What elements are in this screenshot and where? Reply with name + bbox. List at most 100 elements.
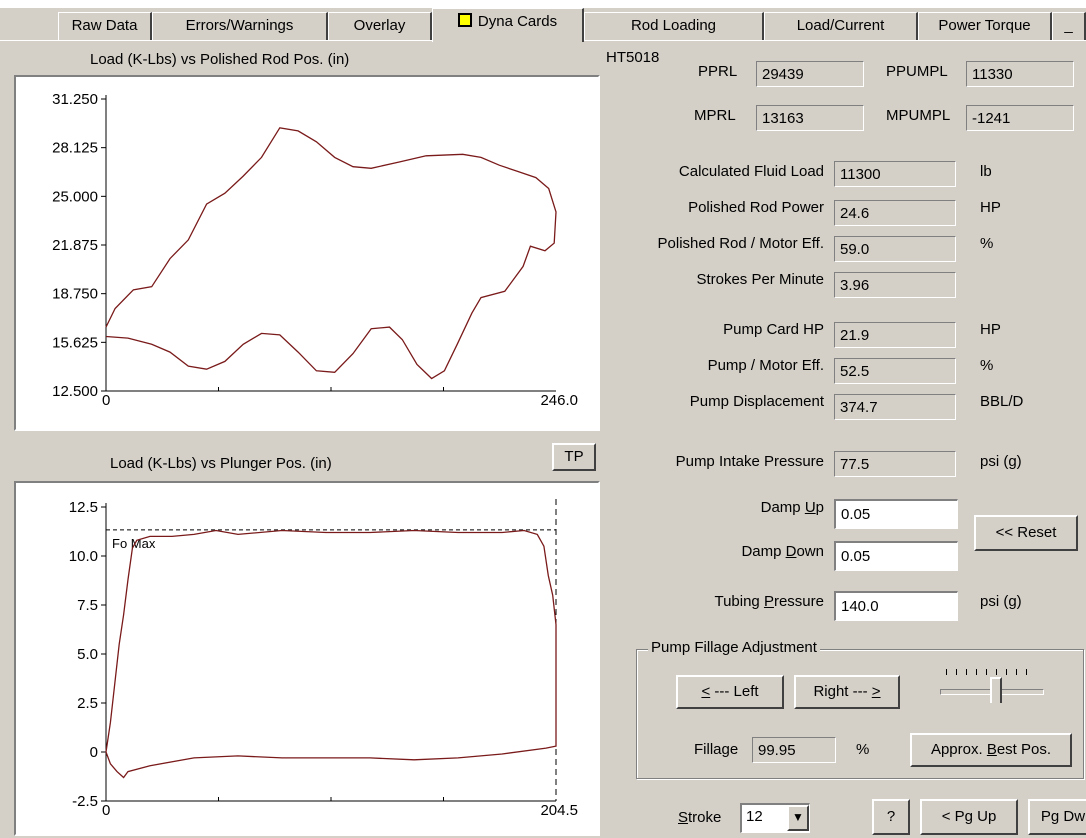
metric-unit: lb [980, 163, 992, 180]
metric-label: Polished Rod Power [688, 199, 824, 216]
metric-value: 52.5 [834, 358, 956, 384]
metric-value: 24.6 [834, 200, 956, 226]
metric-value: 11300 [834, 161, 956, 187]
metric-value: 374.7 [834, 394, 956, 420]
mpumpl-value: -1241 [966, 105, 1074, 131]
card-trace [105, 127, 557, 380]
metric-label: Strokes Per Minute [696, 271, 824, 288]
y-tick-label: 25.000 [52, 188, 98, 205]
mpumpl-label: MPUMPL [886, 107, 951, 124]
tab-overlay[interactable]: Overlay [328, 12, 432, 40]
stroke-select-value: 12 [746, 808, 763, 825]
metric-unit: % [980, 357, 994, 374]
tab-label: Power Torque [938, 17, 1031, 34]
tp-button[interactable]: TP [552, 443, 596, 471]
plunger-card-svg: 12.510.07.55.02.50-2.50 204.5Fo Max [69, 499, 578, 819]
tab-bar: Raw Data Errors/Warnings Overlay Dyna Ca… [0, 8, 1086, 42]
tab-power-torque[interactable]: Power Torque [918, 12, 1052, 40]
ppumpl-label: PPUMPL [886, 63, 948, 80]
mprl-value: 13163 [756, 105, 864, 131]
y-tick-label: 2.5 [77, 695, 98, 712]
tab-label: Errors/Warnings [185, 17, 294, 34]
damp-up-label: Damp Up [760, 499, 824, 516]
chart2-title: Load (K-Lbs) vs Plunger Pos. (in) [110, 455, 332, 472]
y-tick-label: 18.750 [52, 286, 98, 303]
y-tick-label: 12.500 [52, 383, 98, 400]
tab-raw-data[interactable]: Raw Data [58, 12, 152, 40]
help-button[interactable]: ? [872, 799, 910, 835]
x-tick-label: 0 [102, 392, 110, 409]
chevron-down-icon[interactable]: ▼ [787, 805, 809, 831]
metric-value: 59.0 [834, 236, 956, 262]
tab-label: Dyna Cards [477, 13, 558, 30]
tab-errors-warnings[interactable]: Errors/Warnings [152, 12, 328, 40]
reset-button[interactable]: << Reset [974, 515, 1078, 551]
metric-label: Pump Displacement [689, 393, 824, 410]
chart1-title: Load (K-Lbs) vs Polished Rod Pos. (in) [90, 51, 350, 68]
fillage-value: 99.95 [752, 737, 836, 763]
plunger-card-chart: 12.5 10.0 7.5 5.0 2.5 0 -2.5 0 204.5 Fo Max [14, 481, 600, 836]
tab-label: Rod Loading [630, 17, 717, 34]
tab-scroll-icon: _ [1064, 17, 1073, 34]
fillage-label: Fillage [694, 741, 739, 758]
y-tick-label: 12.5 [69, 499, 98, 516]
metric-unit: HP [980, 321, 1001, 338]
tab-label: Raw Data [71, 17, 138, 34]
y-tick-label: 28.125 [52, 140, 98, 157]
x-tick-label: 204.5 [540, 802, 578, 819]
metric-label: Calculated Fluid Load [678, 163, 824, 180]
slider-thumb[interactable] [989, 677, 1002, 703]
tab-marker-icon [457, 13, 472, 27]
y-tick-label: 5.0 [77, 646, 98, 663]
dyna-cards-panel: Load (K-Lbs) vs Polished Rod Pos. (in) 3… [0, 40, 1086, 838]
damp-down-input[interactable]: 0.05 [834, 541, 958, 571]
tubing-pressure-input[interactable]: 140.0 [834, 591, 958, 621]
y-tick-label: 21.875 [52, 237, 98, 254]
fillage-right-button[interactable]: Right --- > [794, 675, 900, 709]
tab-load-current[interactable]: Load/Current [764, 12, 918, 40]
polished-rod-card-chart: 31.250 28.125 25.000 21.875 18.750 15.625 12.5… [14, 75, 600, 431]
page-down-button[interactable]: Pg Dw [1028, 799, 1086, 835]
y-tick-label: 31.250 [52, 91, 98, 108]
ppumpl-value: 11330 [966, 61, 1074, 87]
metric-value: 3.96 [834, 272, 956, 298]
stroke-select[interactable]: 12 ▼ [740, 803, 810, 833]
stroke-label: Stroke [678, 809, 722, 826]
metric-label: Pump Card HP [723, 321, 824, 338]
pump-fillage-title: Pump Fillage Adjustment [648, 639, 820, 656]
metric-label: Pump / Motor Eff. [707, 357, 824, 374]
tab-label: Overlay [353, 17, 406, 34]
metric-label: Polished Rod / Motor Eff. [657, 235, 824, 252]
tab-label: Load/Current [796, 17, 885, 34]
metric-unit: BBL/D [980, 393, 1024, 410]
y-tick-label: 0 [90, 744, 98, 761]
x-tick-label: 0 [102, 802, 110, 819]
mprl-label: MPRL [694, 107, 736, 124]
tab-scroll-arrow[interactable]: _ [1052, 12, 1086, 40]
fillage-slider[interactable] [936, 665, 1046, 709]
pprl-value: 29439 [756, 61, 864, 87]
metric-value: 77.5 [834, 451, 956, 477]
polished-rod-card-svg: 31.250 28.125 25.000 21.875 18.750 15.625 12.5… [52, 91, 578, 409]
y-tick-label: 15.625 [52, 334, 98, 351]
fillage-unit: % [856, 741, 870, 758]
fillage-left-button[interactable]: < --- Left [676, 675, 784, 709]
metric-unit: psi (g) [980, 453, 1022, 470]
x-tick-label: 246.0 [540, 392, 578, 409]
metric-unit: HP [980, 199, 1001, 216]
fo-max-label: Fo Max [112, 536, 156, 551]
pprl-label: PPRL [698, 63, 738, 80]
y-tick-label: 10.0 [69, 548, 98, 565]
approx-best-pos-button[interactable]: Approx. Best Pos. [910, 733, 1072, 767]
damp-up-input[interactable]: 0.05 [834, 499, 958, 529]
metric-unit: % [980, 235, 994, 252]
well-id: HT5018 [606, 49, 660, 66]
metric-value: 21.9 [834, 322, 956, 348]
slider-ticks [946, 669, 1036, 675]
tab-dyna-cards[interactable]: Dyna Cards [432, 8, 584, 42]
page-up-button[interactable]: < Pg Up [920, 799, 1018, 835]
tubing-pressure-label: Tubing Pressure [714, 593, 824, 610]
y-tick-label: 7.5 [77, 597, 98, 614]
tab-rod-loading[interactable]: Rod Loading [584, 12, 764, 40]
metric-label: Pump Intake Pressure [675, 453, 824, 470]
